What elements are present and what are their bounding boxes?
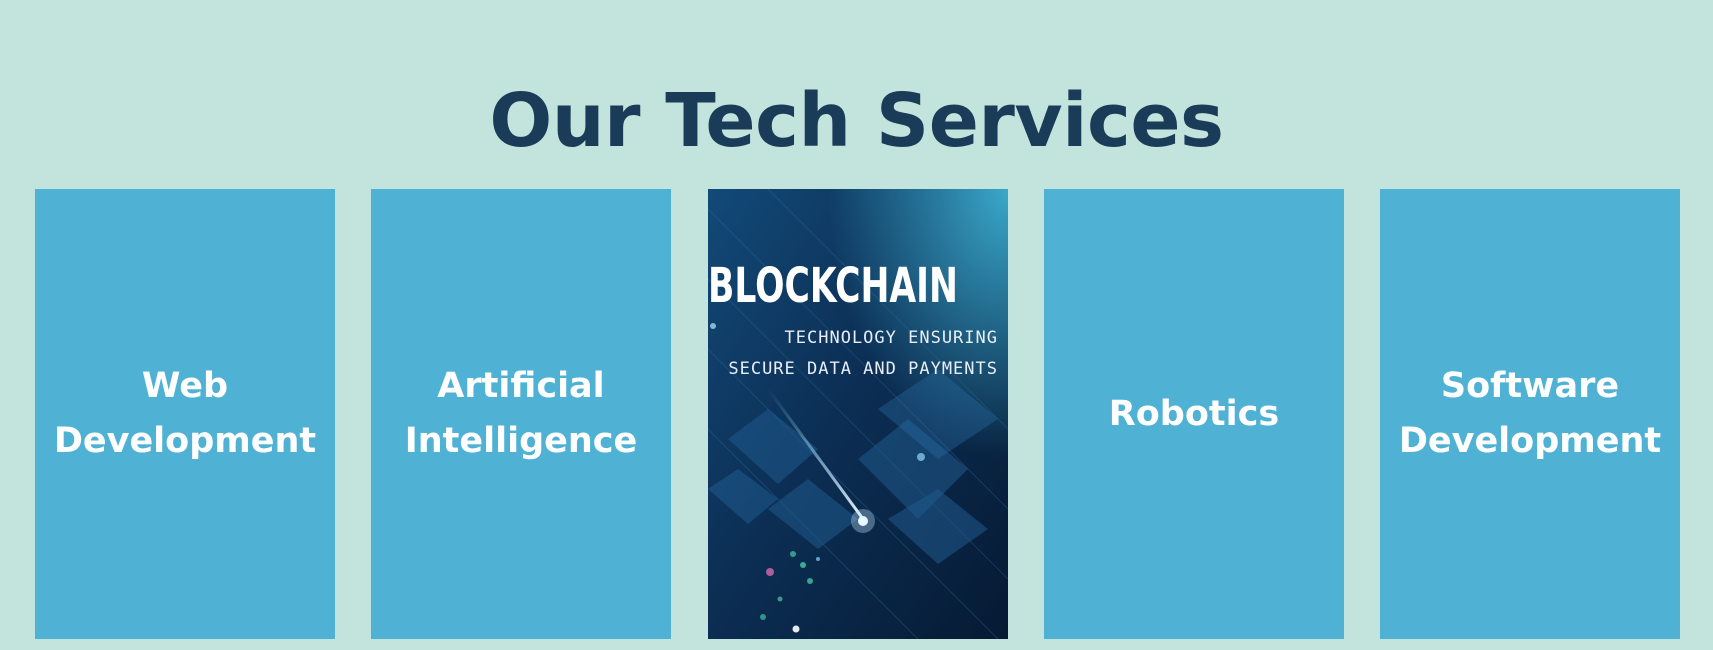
blockchain-subtitle-line-1: TECHNOLOGY ENSURING — [784, 328, 998, 348]
service-card-blockchain[interactable]: BLOCKCHAIN TECHNOLOGY ENSURING SECURE DA… — [708, 189, 1008, 639]
page-title: Our Tech Services — [489, 78, 1224, 164]
service-card-label: Artificial Intelligence — [404, 366, 638, 461]
service-card-label: Web Development — [53, 366, 317, 461]
blockchain-headline: BLOCKCHAIN — [708, 258, 958, 314]
service-card-software-development[interactable]: Software Development — [1380, 189, 1680, 639]
blockchain-image — [708, 189, 1008, 639]
service-card-artificial-intelligence[interactable]: Artificial Intelligence — [371, 189, 671, 639]
service-card-label: Software Development — [1398, 366, 1662, 461]
service-card-label: Robotics — [1108, 393, 1280, 434]
blockchain-subtitle-line-2: SECURE DATA AND PAYMENTS — [728, 359, 998, 379]
service-card-robotics[interactable]: Robotics — [1044, 189, 1344, 639]
service-card-web-development[interactable]: Web Development — [35, 189, 335, 639]
services-grid: Web Development Artificial Intelligence — [35, 189, 1680, 639]
